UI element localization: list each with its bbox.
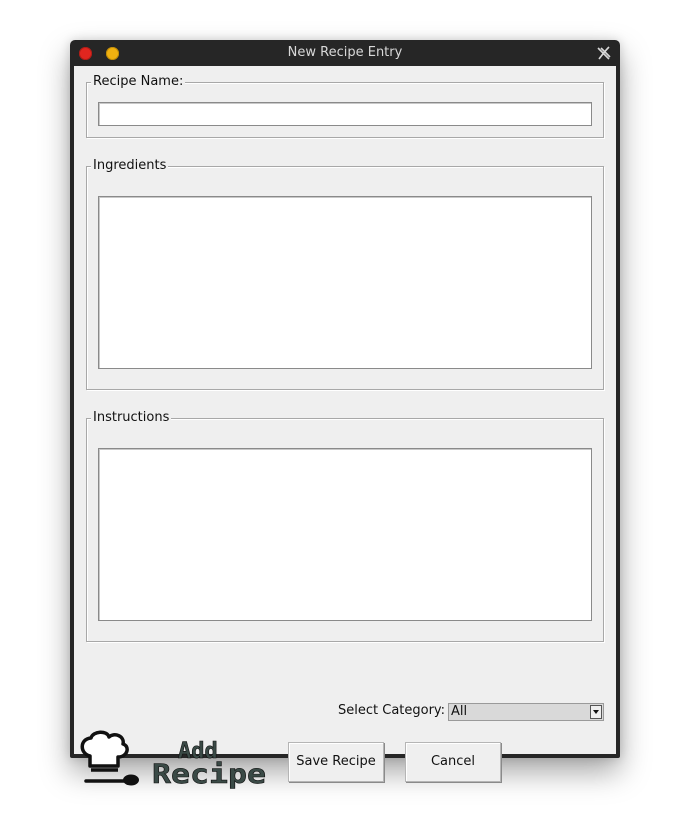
category-select[interactable]: All (448, 703, 604, 721)
add-recipe-logo: Add Recipe (80, 730, 266, 790)
ingredients-field[interactable] (98, 196, 592, 369)
ingredients-textarea[interactable] (99, 197, 591, 368)
window-menu-icon[interactable] (596, 45, 612, 61)
recipe-window: New Recipe Entry Recipe Name: Ingredient… (70, 40, 620, 790)
cancel-button[interactable]: Cancel (405, 742, 501, 782)
instructions-label: Instructions (91, 410, 172, 426)
recipe-name-input[interactable] (99, 103, 591, 125)
chevron-down-icon[interactable] (590, 705, 602, 719)
category-label: Select Category: (338, 703, 446, 718)
ingredients-label: Ingredients (91, 158, 169, 174)
form-area: Recipe Name: Ingredients Instructions Se… (74, 66, 616, 790)
save-recipe-button[interactable]: Save Recipe (288, 742, 384, 782)
recipe-name-label: Recipe Name: (91, 74, 186, 90)
chef-hat-spoon-icon (80, 730, 139, 786)
logo-text-recipe: Recipe (152, 759, 266, 790)
recipe-name-field[interactable] (98, 102, 592, 126)
window-title: New Recipe Entry (287, 45, 403, 60)
category-selected-value: All (451, 704, 468, 719)
title-bar[interactable]: New Recipe Entry (70, 40, 620, 66)
instructions-field[interactable] (98, 448, 592, 621)
instructions-textarea[interactable] (99, 449, 591, 620)
